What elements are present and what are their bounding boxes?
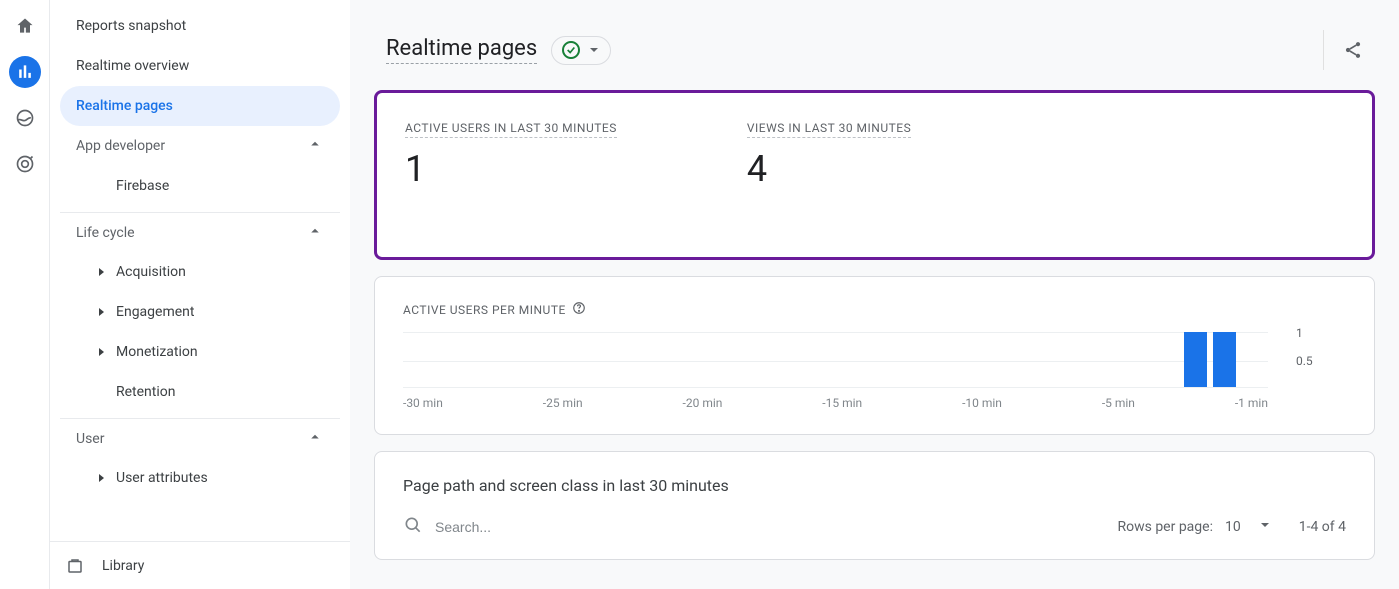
page-path-table-card: Page path and screen class in last 30 mi… (374, 451, 1375, 560)
icon-rail (0, 0, 50, 589)
nav-label: Retention (116, 384, 176, 400)
metric-views: VIEWS IN LAST 30 MINUTES 4 (747, 117, 911, 190)
page-title: Realtime pages (386, 36, 537, 64)
nav-monetization[interactable]: Monetization (60, 332, 340, 372)
share-button[interactable] (1323, 30, 1363, 70)
nav-engagement[interactable]: Engagement (60, 292, 340, 332)
table-pager: Rows per page: 10 1-4 of 4 (1117, 519, 1346, 535)
chevron-up-icon (306, 222, 324, 244)
table-title: Page path and screen class in last 30 mi… (403, 476, 1346, 495)
nav-label: Acquisition (116, 264, 186, 280)
nav-retention[interactable]: Retention (60, 372, 340, 412)
main-area: Realtime pages ACTIVE USERS IN LAST 30 M… (350, 0, 1399, 589)
metric-label: ACTIVE USERS IN LAST 30 MINUTES (405, 121, 617, 138)
nav-firebase[interactable]: Firebase (60, 166, 340, 206)
rail-explore-icon[interactable] (9, 102, 41, 134)
nav-group-user[interactable]: User (60, 418, 340, 458)
x-tick: -5 min (1102, 396, 1135, 410)
rail-home-icon[interactable] (9, 10, 41, 42)
verified-chip[interactable] (551, 36, 611, 65)
metrics-card: ACTIVE USERS IN LAST 30 MINUTES 1 VIEWS … (374, 90, 1375, 260)
x-tick: -10 min (962, 396, 1002, 410)
nav-user-attributes[interactable]: User attributes (60, 458, 340, 498)
library-icon (66, 557, 90, 575)
sparkline-yaxis: 1 0.5 (1296, 332, 1346, 388)
nav-realtime-overview[interactable]: Realtime overview (60, 46, 340, 86)
caret-right-icon (92, 307, 110, 317)
nav-label: User attributes (116, 470, 208, 486)
metric-value: 1 (405, 148, 617, 190)
chevron-up-icon (306, 428, 324, 450)
library-label: Library (102, 558, 144, 574)
active-users-per-minute-card: ACTIVE USERS PER MINUTE 1 0.5 -30 min -2… (374, 276, 1375, 435)
y-tick: 0.5 (1296, 354, 1313, 368)
y-tick: 1 (1296, 326, 1303, 340)
caret-right-icon (92, 473, 110, 483)
metric-active-users: ACTIVE USERS IN LAST 30 MINUTES 1 (405, 117, 617, 190)
nav-label: Monetization (116, 344, 198, 360)
x-tick: -15 min (822, 396, 862, 410)
dropdown-caret-icon (588, 41, 600, 60)
chevron-up-icon (306, 135, 324, 157)
rail-reports-icon[interactable] (9, 56, 41, 88)
check-circle-icon (562, 41, 580, 59)
rows-per-page-select[interactable]: 10 (1225, 519, 1271, 535)
page-range-label: 1-4 of 4 (1299, 519, 1346, 535)
nav-group-label: Life cycle (76, 225, 306, 241)
nav-label: Realtime pages (76, 98, 173, 114)
sidebar: Reports snapshot Realtime overview Realt… (50, 0, 350, 589)
caret-right-icon (92, 347, 110, 357)
spark-bar (1213, 332, 1236, 387)
x-tick: -25 min (543, 396, 583, 410)
x-tick: -20 min (683, 396, 723, 410)
nav-group-label: User (76, 431, 306, 447)
rows-per-page-value: 10 (1225, 519, 1241, 535)
caret-right-icon (92, 267, 110, 277)
sparkline-chart (403, 332, 1268, 388)
x-tick: -1 min (1235, 396, 1268, 410)
nav-acquisition[interactable]: Acquisition (60, 252, 340, 292)
nav-label: Reports snapshot (76, 18, 186, 34)
nav-group-app-developer[interactable]: App developer (60, 126, 340, 166)
nav-label: Realtime overview (76, 58, 189, 74)
search-icon (403, 515, 423, 539)
table-search[interactable] (403, 515, 635, 539)
dropdown-caret-icon (1259, 519, 1271, 535)
nav-group-label: App developer (76, 138, 306, 154)
help-icon[interactable] (572, 301, 586, 318)
apm-label: ACTIVE USERS PER MINUTE (403, 303, 566, 317)
nav-label: Firebase (116, 178, 169, 194)
rows-per-page-label: Rows per page: (1117, 519, 1212, 535)
sidebar-library[interactable]: Library (50, 541, 350, 589)
nav-group-life-cycle[interactable]: Life cycle (60, 212, 340, 252)
nav-label: Engagement (116, 304, 194, 320)
x-tick: -30 min (403, 396, 443, 410)
nav-reports-snapshot[interactable]: Reports snapshot (60, 6, 340, 46)
search-input[interactable] (435, 519, 635, 535)
metric-value: 4 (747, 148, 911, 190)
spark-bar (1184, 332, 1207, 387)
nav-realtime-pages[interactable]: Realtime pages (60, 86, 340, 126)
sparkline-xaxis: -30 min -25 min -20 min -15 min -10 min … (403, 396, 1346, 410)
rail-advertising-icon[interactable] (9, 148, 41, 180)
metric-label: VIEWS IN LAST 30 MINUTES (747, 121, 911, 138)
titlebar: Realtime pages (350, 0, 1399, 90)
